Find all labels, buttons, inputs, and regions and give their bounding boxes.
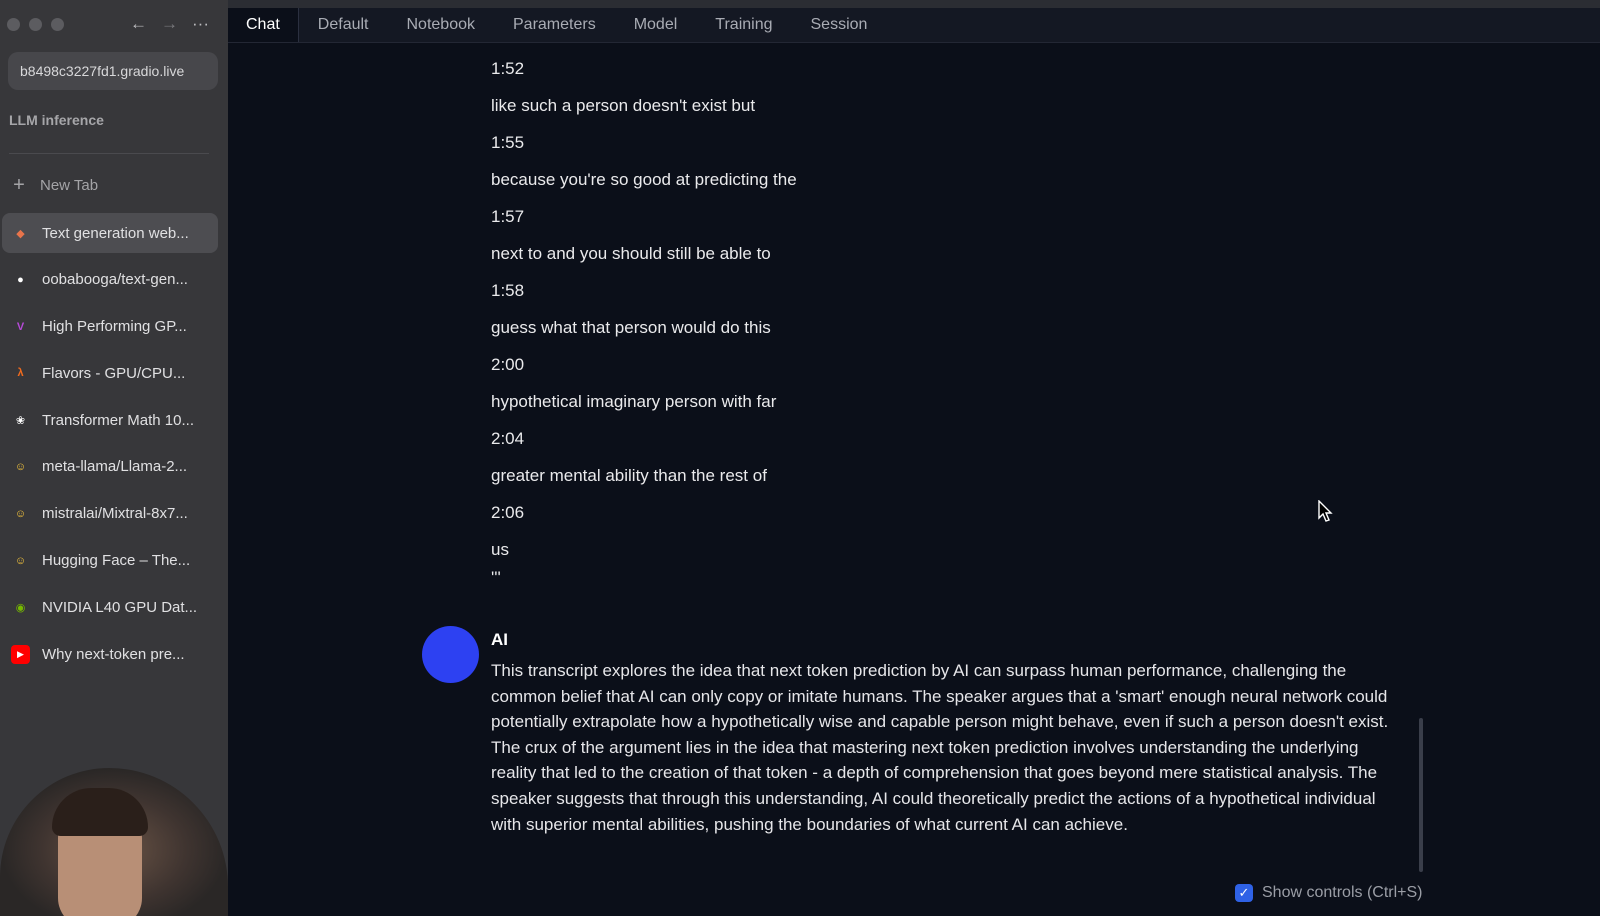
browser-tab[interactable]: λ Flavors - GPU/CPU... [2,353,218,393]
browser-tab-label: Transformer Math 10... [42,411,194,429]
timestamp: 2:04 [491,429,525,448]
show-controls-checkbox[interactable]: ✓ [1235,884,1253,902]
ai-avatar [422,626,479,683]
screen: ← → ··· b8498c3227fd1.gradio.live LLM in… [0,0,1600,916]
browser-sidebar: ← → ··· b8498c3227fd1.gradio.live LLM in… [0,0,228,916]
tab-group-title: LLM inference [9,112,104,128]
browser-tab[interactable]: ❀ Transformer Math 10... [2,400,218,440]
menu-tab-training[interactable]: Training [696,8,791,42]
timestamp: 1:57 [491,207,525,226]
plus-icon: + [13,174,25,196]
ai-name: AI [491,630,508,649]
timestamp: 1:55 [491,133,525,152]
user-message-transcript: 1:52 like such a person doesn't exist but… [491,50,1391,588]
tab-list: ◆ Text generation web... ● oobabooga/text-g… [2,213,218,681]
ai-message-text: This transcript explores the idea that n… [491,661,1389,834]
huggingface-icon: ☺ [14,554,27,567]
transcript-line: us [491,540,509,559]
menu-tab-session[interactable]: Session [792,8,887,42]
new-tab-label: New Tab [40,177,99,194]
sidebar-divider [9,153,209,154]
browser-tab[interactable]: ◉ NVIDIA L40 GPU Dat... [2,587,218,627]
transcript-line: because you're so good at predicting the [491,170,797,189]
new-tab-button[interactable]: + New Tab [10,174,98,197]
menu-tab-parameters[interactable]: Parameters [494,8,615,42]
youtube-icon: ▶ [11,644,30,664]
transcript-line: guess what that person would do this [491,318,771,337]
menu-tab-default[interactable]: Default [299,8,388,42]
browser-tab-label: Flavors - GPU/CPU... [42,364,186,382]
app-menu-bar: Chat Default Notebook Parameters Model Traini… [228,0,1600,43]
transcript-line: next to and you should still be able to [491,244,771,263]
show-controls-toggle[interactable]: ✓ Show controls (Ctrl+S) [1235,884,1423,902]
browser-tab[interactable]: ◆ Text generation web... [2,213,218,253]
transcript-line: greater mental ability than the rest of [491,466,767,485]
timestamp: 2:06 [491,503,525,522]
browser-tab[interactable]: ☺ meta-llama/Llama-2... [2,447,218,487]
menu-tab-notebook[interactable]: Notebook [388,8,495,42]
nvidia-icon: ◉ [15,601,26,614]
show-controls-label: Show controls (Ctrl+S) [1262,884,1423,901]
window-controls [7,18,64,31]
chat-scrollbar[interactable] [1419,718,1423,872]
minimize-window-button[interactable] [29,18,42,31]
menu-tab-model[interactable]: Model [615,8,697,42]
browser-tab-label: Why next-token pre... [42,645,185,663]
browser-tab-label: NVIDIA L40 GPU Dat... [42,598,198,616]
timestamp: 2:00 [491,355,525,374]
back-arrow-icon[interactable]: ← [130,14,147,34]
openai-icon: ❀ [15,414,26,427]
lambda-icon: λ [17,367,24,380]
webcam-overlay [0,768,228,916]
transcript-line: like such a person doesn't exist but [491,96,756,115]
browser-tab-label: mistralai/Mixtral-8x7... [42,505,188,523]
presenter-hair [52,788,148,836]
close-window-button[interactable] [7,18,20,31]
timestamp: 1:52 [491,59,525,78]
browser-tab-label: oobabooga/text-gen... [42,271,188,289]
vast-icon: V [16,320,25,333]
maximize-window-button[interactable] [51,18,64,31]
mouse-cursor-icon [1318,500,1333,522]
browser-tab-label: High Performing GP... [42,318,187,336]
browser-tab[interactable]: V High Performing GP... [2,307,218,347]
browser-tab-label: Hugging Face – The... [42,552,191,570]
browser-tab[interactable]: ☺ mistralai/Mixtral-8x7... [2,494,218,534]
github-icon: ● [17,273,24,286]
navigation-buttons: ← → ··· [130,14,209,34]
browser-tab[interactable]: ● oobabooga/text-gen... [2,260,218,300]
huggingface-icon: ☺ [14,460,27,473]
transcript-line: hypothetical imaginary person with far [491,392,777,411]
huggingface-icon: ☺ [14,507,27,520]
layers-icon: ◆ [16,227,25,240]
more-options-icon[interactable]: ··· [192,14,209,34]
address-bar[interactable]: b8498c3227fd1.gradio.live [8,52,218,90]
timestamp: 1:58 [491,281,525,300]
forward-arrow-icon[interactable]: → [161,14,178,34]
transcript-end-quote: ''' [491,568,501,587]
menu-tab-chat[interactable]: Chat [228,8,299,42]
main-content: Chat Default Notebook Parameters Model Traini… [228,0,1600,916]
browser-tab[interactable]: ☺ Hugging Face – The... [2,541,218,581]
menu-tabs: Chat Default Notebook Parameters Model Traini… [228,8,886,42]
browser-tab[interactable]: ▶ Why next-token pre... [2,634,218,674]
browser-tab-label: Text generation web... [42,224,189,242]
browser-tab-label: meta-llama/Llama-2... [42,458,188,476]
